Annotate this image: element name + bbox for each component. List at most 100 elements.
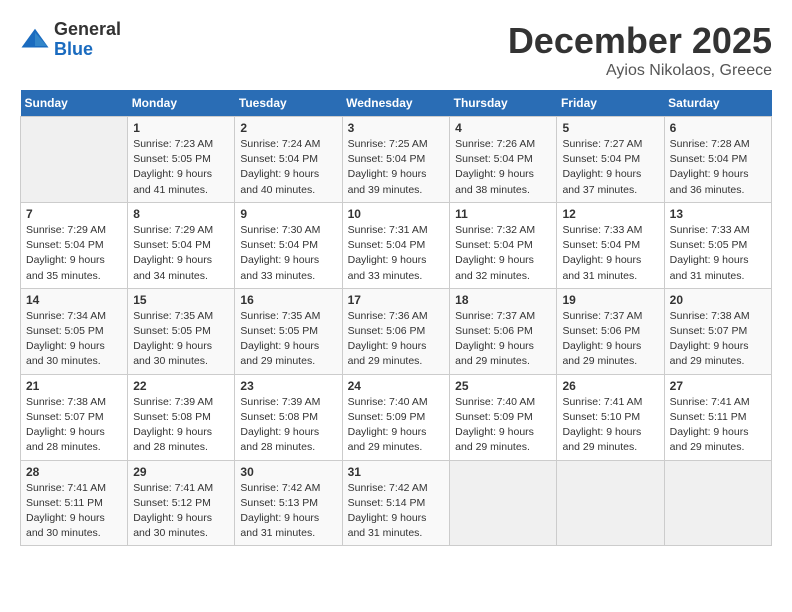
day-number: 6 bbox=[670, 121, 766, 135]
calendar-cell bbox=[557, 460, 664, 546]
day-info: Sunrise: 7:31 AM Sunset: 5:04 PM Dayligh… bbox=[348, 223, 445, 284]
calendar-cell: 5 Sunrise: 7:27 AM Sunset: 5:04 PM Daylig… bbox=[557, 117, 664, 203]
calendar-cell: 8 Sunrise: 7:29 AM Sunset: 5:04 PM Daylig… bbox=[128, 202, 235, 288]
calendar-cell: 12 Sunrise: 7:33 AM Sunset: 5:04 PM Dayli… bbox=[557, 202, 664, 288]
day-info: Sunrise: 7:30 AM Sunset: 5:04 PM Dayligh… bbox=[240, 223, 336, 284]
calendar-cell: 11 Sunrise: 7:32 AM Sunset: 5:04 PM Dayli… bbox=[450, 202, 557, 288]
day-info: Sunrise: 7:40 AM Sunset: 5:09 PM Dayligh… bbox=[348, 395, 445, 456]
day-info: Sunrise: 7:27 AM Sunset: 5:04 PM Dayligh… bbox=[562, 137, 658, 198]
day-number: 24 bbox=[348, 379, 445, 393]
day-info: Sunrise: 7:23 AM Sunset: 5:05 PM Dayligh… bbox=[133, 137, 229, 198]
day-number: 3 bbox=[348, 121, 445, 135]
day-number: 29 bbox=[133, 465, 229, 479]
title-block: December 2025 Ayios Nikolaos, Greece bbox=[508, 20, 772, 80]
calendar-cell: 29 Sunrise: 7:41 AM Sunset: 5:12 PM Dayli… bbox=[128, 460, 235, 546]
day-info: Sunrise: 7:33 AM Sunset: 5:04 PM Dayligh… bbox=[562, 223, 658, 284]
day-info: Sunrise: 7:29 AM Sunset: 5:04 PM Dayligh… bbox=[133, 223, 229, 284]
calendar-cell: 21 Sunrise: 7:38 AM Sunset: 5:07 PM Dayli… bbox=[21, 374, 128, 460]
day-info: Sunrise: 7:24 AM Sunset: 5:04 PM Dayligh… bbox=[240, 137, 336, 198]
calendar-cell bbox=[664, 460, 771, 546]
logo-icon bbox=[20, 25, 50, 55]
day-info: Sunrise: 7:41 AM Sunset: 5:11 PM Dayligh… bbox=[26, 481, 122, 542]
calendar-week-row: 7 Sunrise: 7:29 AM Sunset: 5:04 PM Daylig… bbox=[21, 202, 772, 288]
calendar-cell: 22 Sunrise: 7:39 AM Sunset: 5:08 PM Dayli… bbox=[128, 374, 235, 460]
day-info: Sunrise: 7:38 AM Sunset: 5:07 PM Dayligh… bbox=[670, 309, 766, 370]
day-info: Sunrise: 7:41 AM Sunset: 5:11 PM Dayligh… bbox=[670, 395, 766, 456]
day-number: 27 bbox=[670, 379, 766, 393]
day-number: 18 bbox=[455, 293, 551, 307]
page-header: General Blue December 2025 Ayios Nikolao… bbox=[20, 20, 772, 80]
calendar-cell: 18Sunrise: 7:37 AM Sunset: 5:06 PM Dayli… bbox=[450, 288, 557, 374]
calendar-cell: 15Sunrise: 7:35 AM Sunset: 5:05 PM Dayli… bbox=[128, 288, 235, 374]
day-info: Sunrise: 7:34 AM Sunset: 5:05 PM Dayligh… bbox=[26, 309, 122, 370]
calendar-cell: 20 Sunrise: 7:38 AM Sunset: 5:07 PM Dayli… bbox=[664, 288, 771, 374]
calendar-cell: 4 Sunrise: 7:26 AM Sunset: 5:04 PM Daylig… bbox=[450, 117, 557, 203]
calendar-week-row: 28 Sunrise: 7:41 AM Sunset: 5:11 PM Dayli… bbox=[21, 460, 772, 546]
day-info: Sunrise: 7:41 AM Sunset: 5:10 PM Dayligh… bbox=[562, 395, 658, 456]
weekday-header-row: SundayMondayTuesdayWednesdayThursdayFrid… bbox=[21, 90, 772, 117]
weekday-header-saturday: Saturday bbox=[664, 90, 771, 117]
calendar-cell bbox=[21, 117, 128, 203]
calendar-cell: 1 Sunrise: 7:23 AM Sunset: 5:05 PM Daylig… bbox=[128, 117, 235, 203]
logo-general: General bbox=[54, 20, 121, 40]
day-info: Sunrise: 7:33 AM Sunset: 5:05 PM Dayligh… bbox=[670, 223, 766, 284]
calendar-cell: 6 Sunrise: 7:28 AM Sunset: 5:04 PM Daylig… bbox=[664, 117, 771, 203]
day-number: 8 bbox=[133, 207, 229, 221]
weekday-header-friday: Friday bbox=[557, 90, 664, 117]
day-number: 13 bbox=[670, 207, 766, 221]
day-number: 4 bbox=[455, 121, 551, 135]
day-number: 7 bbox=[26, 207, 122, 221]
day-info: Sunrise: 7:28 AM Sunset: 5:04 PM Dayligh… bbox=[670, 137, 766, 198]
calendar-cell: 9Sunrise: 7:30 AM Sunset: 5:04 PM Daylig… bbox=[235, 202, 342, 288]
day-info: Sunrise: 7:35 AM Sunset: 5:05 PM Dayligh… bbox=[133, 309, 229, 370]
calendar-cell: 13 Sunrise: 7:33 AM Sunset: 5:05 PM Dayli… bbox=[664, 202, 771, 288]
day-info: Sunrise: 7:25 AM Sunset: 5:04 PM Dayligh… bbox=[348, 137, 445, 198]
day-info: Sunrise: 7:41 AM Sunset: 5:12 PM Dayligh… bbox=[133, 481, 229, 542]
weekday-header-thursday: Thursday bbox=[450, 90, 557, 117]
day-number: 10 bbox=[348, 207, 445, 221]
calendar-week-row: 1 Sunrise: 7:23 AM Sunset: 5:05 PM Daylig… bbox=[21, 117, 772, 203]
day-number: 17 bbox=[348, 293, 445, 307]
day-number: 2 bbox=[240, 121, 336, 135]
day-info: Sunrise: 7:35 AM Sunset: 5:05 PM Dayligh… bbox=[240, 309, 336, 370]
day-number: 1 bbox=[133, 121, 229, 135]
day-number: 12 bbox=[562, 207, 658, 221]
calendar-cell: 25Sunrise: 7:40 AM Sunset: 5:09 PM Dayli… bbox=[450, 374, 557, 460]
day-info: Sunrise: 7:37 AM Sunset: 5:06 PM Dayligh… bbox=[562, 309, 658, 370]
day-info: Sunrise: 7:39 AM Sunset: 5:08 PM Dayligh… bbox=[240, 395, 336, 456]
day-info: Sunrise: 7:42 AM Sunset: 5:14 PM Dayligh… bbox=[348, 481, 445, 542]
day-number: 19 bbox=[562, 293, 658, 307]
calendar-cell: 27 Sunrise: 7:41 AM Sunset: 5:11 PM Dayli… bbox=[664, 374, 771, 460]
calendar-cell: 24 Sunrise: 7:40 AM Sunset: 5:09 PM Dayli… bbox=[342, 374, 450, 460]
day-info: Sunrise: 7:39 AM Sunset: 5:08 PM Dayligh… bbox=[133, 395, 229, 456]
day-info: Sunrise: 7:26 AM Sunset: 5:04 PM Dayligh… bbox=[455, 137, 551, 198]
weekday-header-monday: Monday bbox=[128, 90, 235, 117]
day-number: 22 bbox=[133, 379, 229, 393]
calendar-week-row: 21 Sunrise: 7:38 AM Sunset: 5:07 PM Dayli… bbox=[21, 374, 772, 460]
day-number: 21 bbox=[26, 379, 122, 393]
day-info: Sunrise: 7:38 AM Sunset: 5:07 PM Dayligh… bbox=[26, 395, 122, 456]
weekday-header-wednesday: Wednesday bbox=[342, 90, 450, 117]
calendar-cell: 2 Sunrise: 7:24 AM Sunset: 5:04 PM Daylig… bbox=[235, 117, 342, 203]
day-number: 5 bbox=[562, 121, 658, 135]
day-number: 14 bbox=[26, 293, 122, 307]
day-number: 26 bbox=[562, 379, 658, 393]
calendar-cell bbox=[450, 460, 557, 546]
day-number: 30 bbox=[240, 465, 336, 479]
calendar-cell: 10 Sunrise: 7:31 AM Sunset: 5:04 PM Dayli… bbox=[342, 202, 450, 288]
day-info: Sunrise: 7:36 AM Sunset: 5:06 PM Dayligh… bbox=[348, 309, 445, 370]
day-number: 25 bbox=[455, 379, 551, 393]
day-number: 28 bbox=[26, 465, 122, 479]
calendar-cell: 30Sunrise: 7:42 AM Sunset: 5:13 PM Dayli… bbox=[235, 460, 342, 546]
day-info: Sunrise: 7:32 AM Sunset: 5:04 PM Dayligh… bbox=[455, 223, 551, 284]
calendar-cell: 16Sunrise: 7:35 AM Sunset: 5:05 PM Dayli… bbox=[235, 288, 342, 374]
day-info: Sunrise: 7:29 AM Sunset: 5:04 PM Dayligh… bbox=[26, 223, 122, 284]
weekday-header-sunday: Sunday bbox=[21, 90, 128, 117]
day-number: 11 bbox=[455, 207, 551, 221]
location-title: Ayios Nikolaos, Greece bbox=[508, 62, 772, 80]
calendar-cell: 28 Sunrise: 7:41 AM Sunset: 5:11 PM Dayli… bbox=[21, 460, 128, 546]
logo: General Blue bbox=[20, 20, 121, 60]
calendar-cell: 7 Sunrise: 7:29 AM Sunset: 5:04 PM Daylig… bbox=[21, 202, 128, 288]
day-number: 20 bbox=[670, 293, 766, 307]
calendar-cell: 23Sunrise: 7:39 AM Sunset: 5:08 PM Dayli… bbox=[235, 374, 342, 460]
